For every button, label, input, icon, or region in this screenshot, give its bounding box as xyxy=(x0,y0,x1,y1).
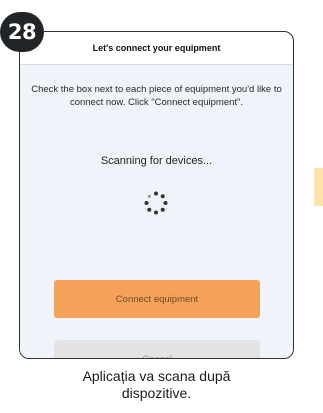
step-number-badge: 28 xyxy=(0,12,44,52)
dialog-instructions: Check the box next to each piece of equi… xyxy=(31,84,282,108)
loading-spinner-icon xyxy=(144,191,168,215)
caption-line-2: dispozitive. xyxy=(121,385,192,401)
dialog-header: Let's connect your equipment xyxy=(20,32,293,65)
dialog-title: Let's connect your equipment xyxy=(92,43,221,53)
cancel-button[interactable]: Cancel xyxy=(54,340,260,358)
connect-equipment-button[interactable]: Connect equipment xyxy=(54,280,260,318)
dialog-body: Check the box next to each piece of equi… xyxy=(20,65,293,358)
caption: Aplicația va scana după dispozitive. xyxy=(19,368,294,402)
connect-equipment-dialog: Let's connect your equipment Check the b… xyxy=(19,31,294,359)
adjacent-panel-edge xyxy=(314,168,323,206)
caption-line-1: Aplicația va scana după xyxy=(82,368,231,384)
scanning-status: Scanning for devices... xyxy=(100,155,213,167)
